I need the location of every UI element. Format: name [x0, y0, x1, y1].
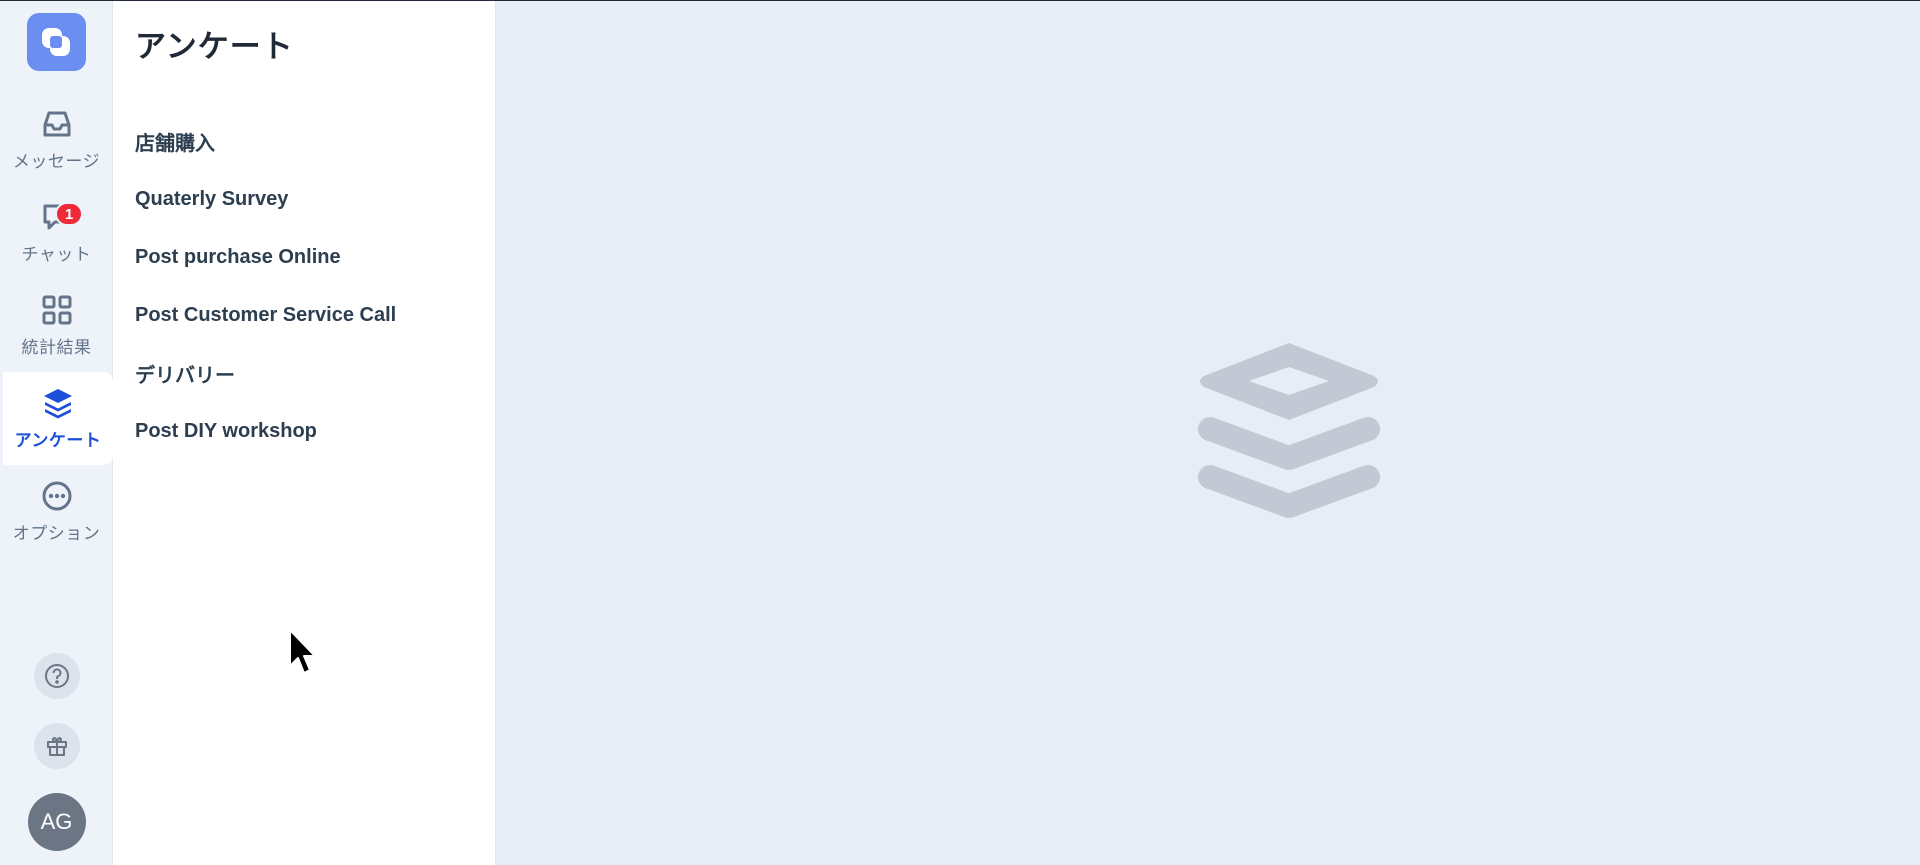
sidebar-item-survey[interactable]: アンケート — [3, 372, 113, 465]
survey-item[interactable]: 店舗購入 — [135, 112, 495, 170]
sidebar-item-label: メッセージ — [12, 152, 101, 171]
layers-icon — [41, 386, 75, 420]
survey-list-panel: アンケート 店舗購入 Quaterly Survey Post purchase… — [113, 1, 496, 865]
inbox-icon — [40, 107, 74, 141]
sidebar-item-chat[interactable]: 1 チャット — [0, 186, 113, 279]
sidebar-item-messages[interactable]: メッセージ — [0, 93, 113, 186]
sidebar-item-options[interactable]: オプション — [0, 465, 113, 558]
layers-icon — [1198, 343, 1380, 518]
page-title: アンケート — [135, 29, 294, 64]
more-circle-icon — [40, 479, 74, 513]
sidebar-item-label: 統計結果 — [21, 338, 92, 357]
survey-list: 店舗購入 Quaterly Survey Post purchase Onlin… — [135, 112, 495, 460]
app-logo[interactable] — [26, 13, 86, 71]
help-circle-icon — [44, 664, 69, 688]
logo-icon — [42, 28, 70, 56]
gift-icon — [46, 737, 67, 756]
grid-icon — [40, 293, 74, 327]
nav-list: メッセージ 1 チャット 統計結果 アンケート オプション — [0, 93, 113, 558]
sidebar-item-label: アンケート — [14, 431, 102, 450]
survey-item[interactable]: Post purchase Online — [135, 228, 495, 286]
survey-item[interactable]: Quaterly Survey — [135, 170, 495, 228]
avatar[interactable]: AG — [27, 793, 86, 851]
rail-bottom: AG — [0, 653, 113, 865]
survey-item[interactable]: デリバリー — [135, 344, 495, 402]
app-window: メッセージ 1 チャット 統計結果 アンケート オプション AG アンケート 店… — [0, 0, 1920, 865]
chat-unread-badge: 1 — [55, 202, 83, 226]
sidebar-item-label: オプション — [12, 524, 101, 543]
help-button[interactable] — [33, 653, 80, 699]
sidebar-item-stats[interactable]: 統計結果 — [0, 279, 113, 372]
gift-button[interactable] — [33, 723, 80, 769]
sidebar-item-label: チャット — [21, 245, 92, 264]
survey-item[interactable]: Post Customer Service Call — [135, 286, 495, 344]
survey-item[interactable]: Post DIY workshop — [135, 402, 495, 460]
left-rail: メッセージ 1 チャット 統計結果 アンケート オプション AG — [0, 1, 113, 865]
main-content — [496, 1, 1920, 865]
mouse-cursor-icon — [289, 629, 316, 674]
